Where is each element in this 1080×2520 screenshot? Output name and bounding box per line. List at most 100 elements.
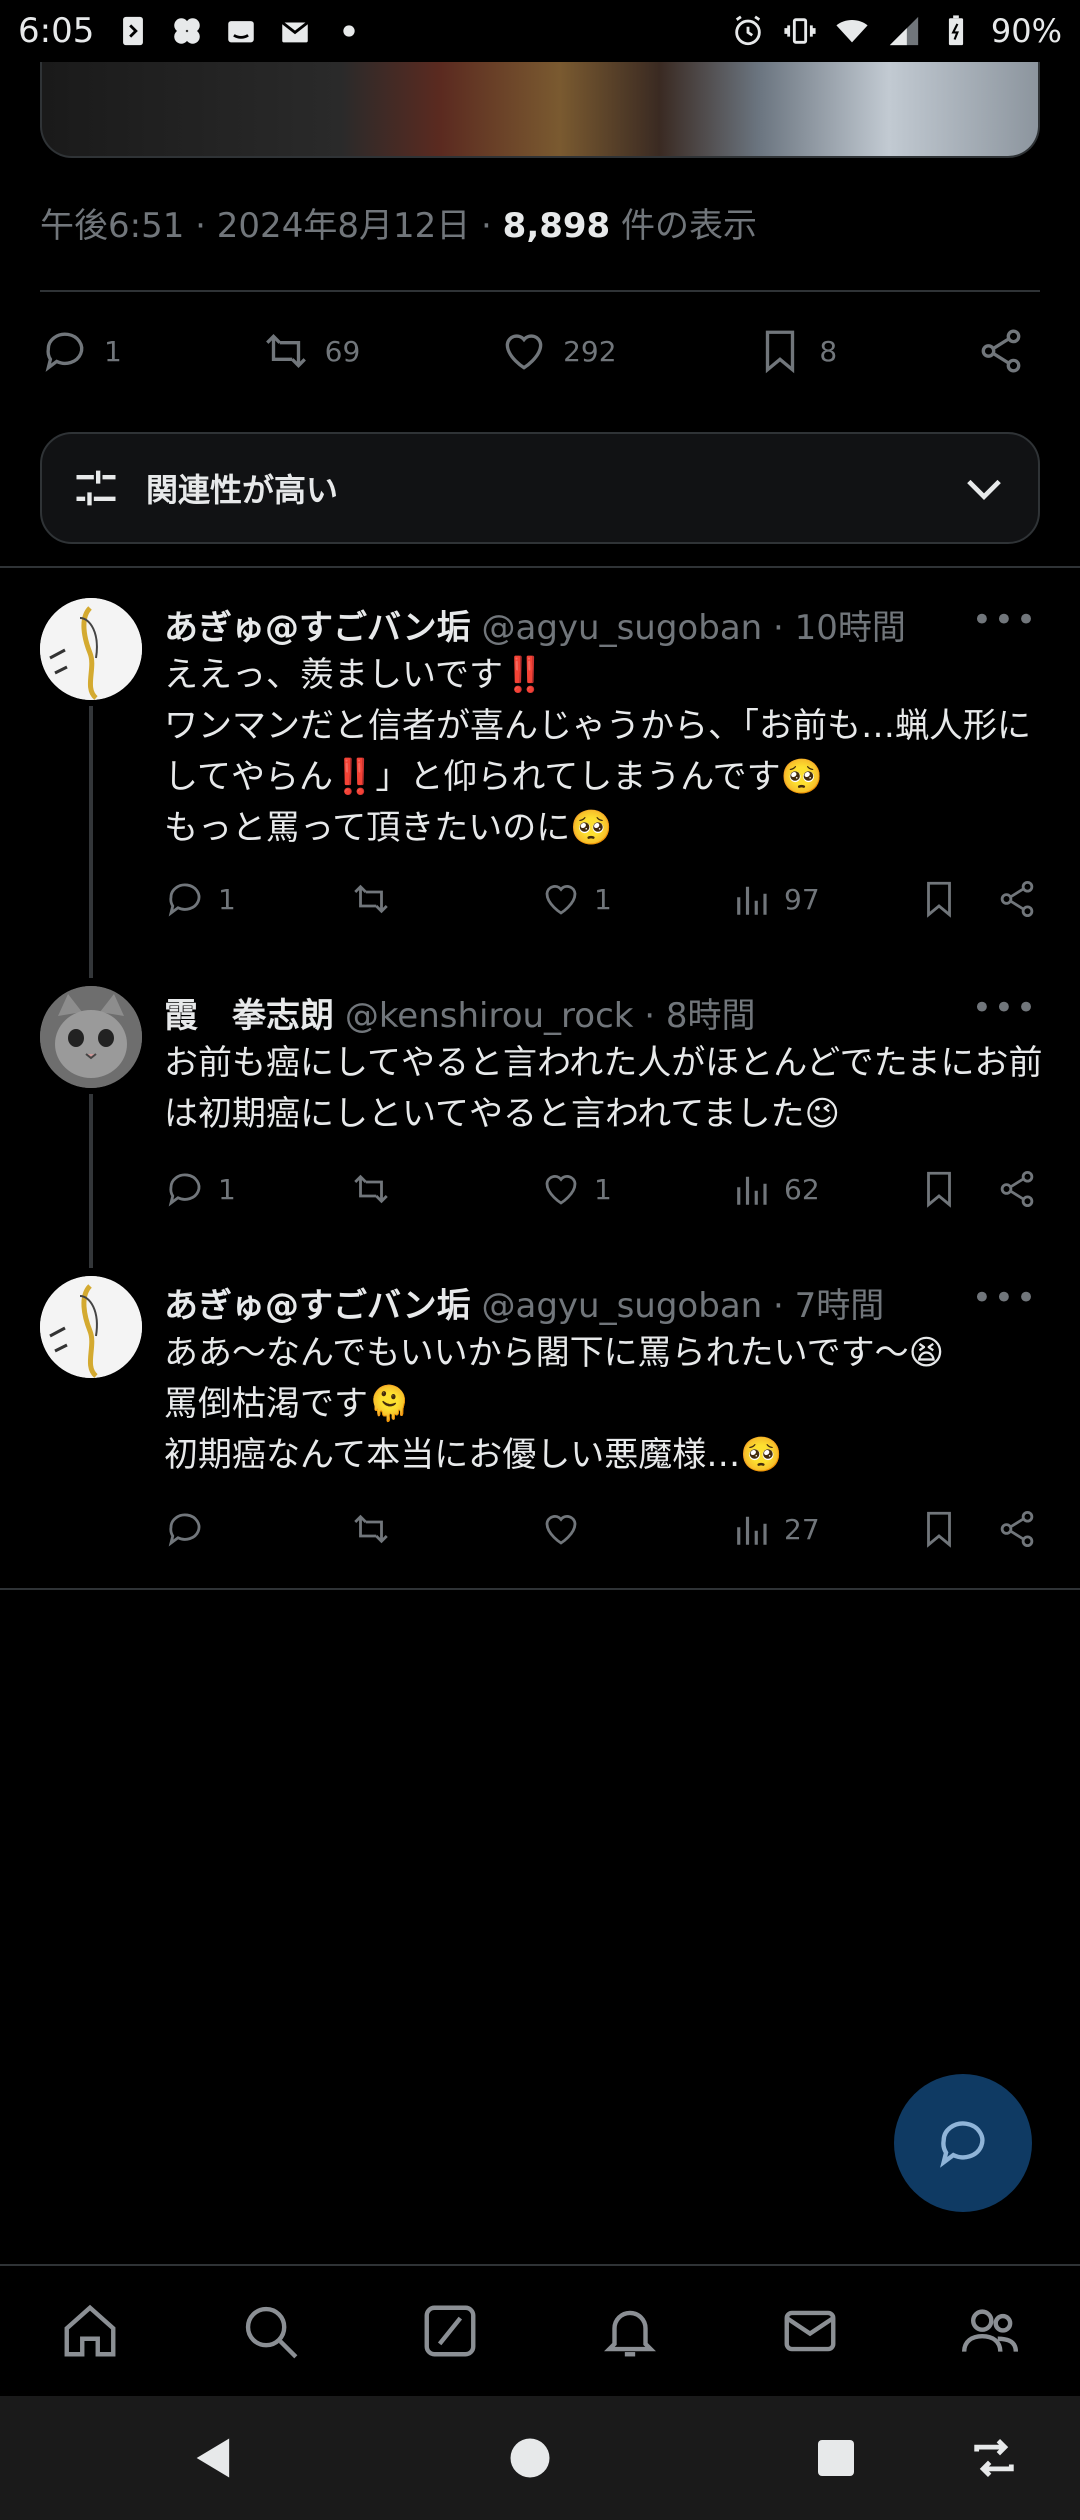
like-button[interactable]: 292	[499, 326, 617, 376]
bookmark-icon	[927, 1511, 951, 1548]
reply-icon	[45, 332, 84, 372]
home-icon[interactable]	[59, 2300, 121, 2362]
tweet-time: 午後6:51	[40, 206, 185, 246]
back-icon[interactable]	[188, 2432, 240, 2484]
communities-icon[interactable]	[959, 2300, 1021, 2362]
share-button[interactable]	[996, 1508, 1050, 1550]
reply-item[interactable]: 霞 拳志朗 @kenshirou_rock · 8時間 ••• お前も癌にしてや…	[0, 986, 1080, 1276]
home-circle-icon[interactable]	[504, 2432, 556, 2484]
chevron-down-icon	[967, 479, 1001, 501]
display-name[interactable]: あぎゅ@すごバン垢	[164, 608, 471, 648]
system-navigation-bar	[0, 2396, 1080, 2520]
views-button[interactable]: 97	[730, 878, 820, 920]
tweet-views-count: 8,898	[502, 206, 611, 246]
share-button[interactable]	[976, 326, 1040, 376]
reply-button[interactable]: 1	[164, 878, 236, 920]
divider	[40, 290, 1040, 292]
avatar[interactable]	[40, 598, 142, 700]
repost-icon	[354, 884, 388, 914]
more-options-icon[interactable]: •••	[972, 988, 1038, 1028]
like-count: 1	[594, 882, 612, 916]
bottom-navigation	[0, 2264, 1080, 2396]
reply-button[interactable]: 1	[40, 326, 122, 376]
reply-action-bar: 27	[160, 1508, 1044, 1564]
tweet-action-bar: 1 69 292 8	[40, 320, 1040, 382]
repost-button[interactable]	[350, 878, 404, 920]
reply-time: · 10時間	[773, 608, 906, 648]
reply-action-bar: 1 1 97	[160, 878, 1044, 934]
views-button[interactable]: 62	[730, 1168, 820, 1210]
dot-icon	[343, 25, 356, 37]
cat-avatar-illustration	[40, 986, 142, 1088]
reply-text: お前も癌にしてやると言われた人がほとんどでたまにお前は初期癌にしといてやると言わ…	[164, 1043, 1043, 1134]
share-button[interactable]	[996, 1168, 1050, 1210]
share-icon	[1000, 1510, 1034, 1548]
user-handle: @agyu_sugoban	[481, 1286, 763, 1326]
share-icon	[1000, 1170, 1034, 1208]
reply-action-bar: 1 1 62	[160, 1168, 1044, 1224]
like-button[interactable]: 1	[540, 878, 612, 920]
reply-icon	[168, 1513, 201, 1547]
share-icon	[981, 329, 1021, 373]
repost-button[interactable]	[350, 1168, 404, 1210]
user-handle: @agyu_sugoban	[481, 608, 763, 648]
mail-notification-icon	[281, 21, 309, 43]
recents-square-icon[interactable]	[812, 2434, 860, 2482]
reply-bubble-icon	[940, 2121, 985, 2168]
reply-text: ああ〜なんでもいいから閣下に罵られたいです〜😫 罵倒枯渇です🫠 初期癌なんて本当…	[164, 1333, 945, 1475]
battery-icon	[948, 15, 963, 46]
like-button[interactable]	[540, 1508, 594, 1550]
alarm-icon	[735, 15, 761, 46]
sliders-icon	[76, 470, 116, 506]
repost-icon	[354, 1514, 388, 1544]
battery-percentage: 90%	[990, 12, 1062, 50]
sort-label: 関連性が高い	[146, 471, 339, 509]
reply-item[interactable]: あぎゅ@すごバン垢 @agyu_sugoban · 7時間 ••• ああ〜なんで…	[0, 1276, 1080, 1576]
reply-sort-dropdown[interactable]: 関連性が高い	[40, 432, 1040, 544]
reply-button[interactable]	[164, 1508, 218, 1550]
grok-icon[interactable]	[419, 2300, 481, 2362]
reply-header: あぎゅ@すごバン垢 @agyu_sugoban · 10時間	[164, 600, 1004, 649]
reply-count: 1	[218, 1172, 236, 1206]
search-icon[interactable]	[239, 2300, 301, 2362]
more-options-icon[interactable]: •••	[972, 1278, 1038, 1318]
views-button[interactable]: 27	[730, 1508, 820, 1550]
pinwheel-icon	[174, 18, 201, 44]
messages-icon[interactable]	[779, 2300, 841, 2362]
bookmark-button[interactable]	[918, 1508, 972, 1550]
like-count: 1	[594, 1172, 612, 1206]
tweet-timestamp-line: 午後6:51 · 2024年8月12日 · 8,898 件の表示	[40, 206, 758, 246]
bookmark-button[interactable]	[918, 1168, 972, 1210]
bookmark-button[interactable]	[918, 878, 972, 920]
repost-button[interactable]: 69	[261, 326, 360, 376]
display-name[interactable]: あぎゅ@すごバン垢	[164, 1286, 471, 1326]
display-name[interactable]: 霞 拳志朗	[164, 996, 334, 1036]
status-time: 6:05	[18, 11, 95, 51]
vibrate-icon	[784, 18, 816, 44]
views-count: 27	[784, 1512, 820, 1546]
heart-icon	[545, 885, 577, 915]
avatar[interactable]	[40, 1276, 142, 1378]
avatar[interactable]	[40, 986, 142, 1088]
reply-count: 1	[218, 882, 236, 916]
more-options-icon[interactable]: •••	[972, 600, 1038, 640]
bookmark-count: 8	[819, 334, 838, 368]
heart-icon	[505, 334, 543, 370]
rotate-icon[interactable]	[968, 2432, 1020, 2484]
status-bar: 6:05 90%	[0, 0, 1080, 62]
repost-icon	[354, 1174, 388, 1204]
bookmark-button[interactable]: 8	[755, 326, 837, 376]
reply-button[interactable]: 1	[164, 1168, 236, 1210]
reply-icon	[168, 1173, 201, 1207]
tweet-views-label: 件の表示	[621, 206, 758, 246]
signal-icon	[889, 16, 919, 46]
bar-chart-icon	[737, 1176, 767, 1205]
reply-icon	[168, 883, 201, 917]
reply-item[interactable]: あぎゅ@すごバン垢 @agyu_sugoban · 10時間 ••• ええっ、羨…	[0, 598, 1080, 988]
compose-reply-button[interactable]	[894, 2074, 1032, 2212]
like-button[interactable]: 1	[540, 1168, 612, 1210]
tweet-photo[interactable]	[40, 62, 1040, 158]
share-button[interactable]	[996, 878, 1050, 920]
repost-button[interactable]	[350, 1508, 404, 1550]
notifications-bell-icon[interactable]	[599, 2300, 661, 2362]
